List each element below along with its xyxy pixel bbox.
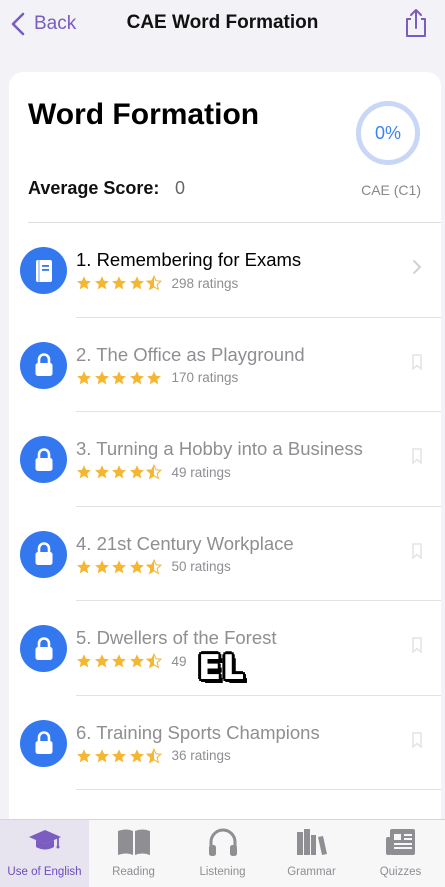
notebook-icon bbox=[35, 259, 52, 282]
page-title: CAE Word Formation bbox=[126, 12, 319, 33]
tab-quizzes[interactable]: Quizzes bbox=[356, 820, 445, 887]
star-rating: 49 ratings bbox=[76, 464, 231, 480]
average-score-label: Average Score: bbox=[28, 178, 160, 198]
lesson-row[interactable]: 3. Turning a Hobby into a Business 49 rat… bbox=[9, 412, 441, 507]
star-icon bbox=[94, 370, 109, 384]
lock-badge bbox=[20, 436, 67, 483]
tab-grammar[interactable]: Grammar bbox=[267, 820, 356, 887]
star-icon bbox=[112, 465, 126, 479]
star-rating: 36 ratings bbox=[76, 747, 231, 764]
lock-icon bbox=[35, 731, 52, 754]
books-icon bbox=[296, 829, 327, 855]
video-caption-overlay: EL bbox=[198, 648, 245, 688]
lock-badge bbox=[20, 341, 67, 389]
level-badge: CAE (C1) bbox=[361, 182, 421, 198]
tab-listening[interactable]: Listening bbox=[178, 820, 267, 887]
navigation-bar: Back CAE Word Formation bbox=[0, 0, 445, 50]
ratings-count: 49 bbox=[171, 653, 187, 669]
bookmark-icon bbox=[412, 637, 422, 653]
star-half-icon bbox=[146, 464, 162, 480]
ratings-count: 170 ratings bbox=[171, 370, 239, 385]
star-icon bbox=[94, 654, 109, 668]
star-icon bbox=[94, 748, 109, 762]
lock-badge bbox=[20, 530, 67, 578]
bookmark-icon bbox=[412, 731, 422, 748]
star-icon bbox=[112, 654, 126, 668]
lesson-title: 2. The Office as Playground bbox=[76, 343, 305, 365]
book-icon bbox=[117, 829, 150, 855]
share-icon[interactable] bbox=[403, 8, 429, 38]
lock-badge bbox=[20, 719, 67, 767]
lesson-badge bbox=[20, 247, 67, 294]
lock-icon bbox=[35, 353, 52, 376]
lock-icon bbox=[35, 447, 52, 471]
star-icon bbox=[77, 748, 91, 762]
star-rating: 50 ratings bbox=[76, 558, 231, 575]
star-icon bbox=[94, 465, 109, 479]
star-icon bbox=[77, 370, 91, 384]
star-icon bbox=[129, 276, 144, 290]
average-score-value: 0 bbox=[175, 178, 186, 198]
word-formation-card: Word Formation 0% Average Score: 0 CAE (… bbox=[9, 72, 441, 832]
star-icon bbox=[77, 276, 91, 290]
lesson-row[interactable]: 4. 21st Century Workplace 50 ratings bbox=[9, 507, 441, 601]
ratings-count: 50 ratings bbox=[171, 559, 231, 574]
tab-label: Reading bbox=[112, 866, 155, 878]
star-icon bbox=[129, 748, 144, 762]
star-half-icon bbox=[146, 747, 162, 763]
star-icon bbox=[112, 276, 126, 290]
star-icon bbox=[112, 559, 126, 573]
star-half-icon bbox=[146, 275, 162, 291]
tab-bar: Use of English Reading Listening Grammar Qui… bbox=[0, 819, 445, 887]
bookmark-icon bbox=[412, 542, 422, 559]
star-half-icon bbox=[146, 653, 162, 669]
star-icon bbox=[147, 370, 161, 384]
star-icon bbox=[129, 654, 144, 668]
progress-percent: 0% bbox=[374, 122, 401, 143]
lesson-title: 6. Training Sports Champions bbox=[76, 721, 320, 743]
lesson-title: 4. 21st Century Workplace bbox=[76, 532, 294, 554]
row-divider bbox=[76, 789, 441, 790]
ratings-count: 298 ratings bbox=[171, 275, 239, 291]
star-rating: 49 bbox=[76, 653, 187, 669]
lock-badge bbox=[20, 625, 67, 672]
graduation-cap-icon bbox=[28, 830, 61, 850]
tab-label: Quizzes bbox=[379, 866, 422, 878]
star-half-icon bbox=[146, 558, 162, 574]
star-icon bbox=[112, 748, 126, 762]
star-rating: 170 ratings bbox=[76, 370, 238, 386]
lesson-list: 1. Remembering for Exams 298 ratings 2. Th… bbox=[9, 223, 441, 790]
card-title: Word Formation bbox=[28, 98, 260, 131]
star-icon bbox=[77, 559, 91, 573]
lock-icon bbox=[35, 636, 52, 660]
star-icon bbox=[77, 654, 91, 668]
star-icon bbox=[129, 370, 144, 384]
star-icon bbox=[77, 465, 91, 479]
tab-use-of-english[interactable]: Use of English bbox=[0, 820, 89, 887]
lesson-row[interactable]: 6. Training Sports Champions 36 ratings bbox=[9, 696, 441, 790]
ratings-count: 49 ratings bbox=[171, 464, 231, 480]
newspaper-icon bbox=[385, 829, 415, 855]
lesson-title: 3. Turning a Hobby into a Business bbox=[76, 438, 363, 459]
tab-label: Listening bbox=[199, 866, 246, 878]
tab-reading[interactable]: Reading bbox=[89, 820, 178, 887]
bookmark-icon bbox=[412, 353, 422, 370]
lesson-row[interactable]: 2. The Office as Playground 170 ratings bbox=[9, 318, 441, 412]
ratings-count: 36 ratings bbox=[171, 748, 231, 763]
tab-label: Use of English bbox=[7, 866, 82, 878]
lesson-title: 5. Dwellers of the Forest bbox=[76, 627, 277, 648]
lock-icon bbox=[35, 542, 52, 565]
lesson-title: 1. Remembering for Exams bbox=[76, 249, 302, 270]
star-icon bbox=[94, 276, 109, 290]
star-icon bbox=[112, 370, 126, 384]
chevron-right-icon bbox=[413, 260, 422, 274]
star-icon bbox=[94, 559, 109, 573]
bookmark-icon bbox=[412, 448, 422, 464]
headphones-icon bbox=[208, 828, 237, 856]
star-icon bbox=[129, 465, 144, 479]
star-icon bbox=[129, 559, 144, 573]
star-rating: 298 ratings bbox=[76, 275, 238, 291]
tab-label: Grammar bbox=[287, 866, 336, 878]
lesson-row[interactable]: 1. Remembering for Exams 298 ratings bbox=[9, 223, 441, 318]
